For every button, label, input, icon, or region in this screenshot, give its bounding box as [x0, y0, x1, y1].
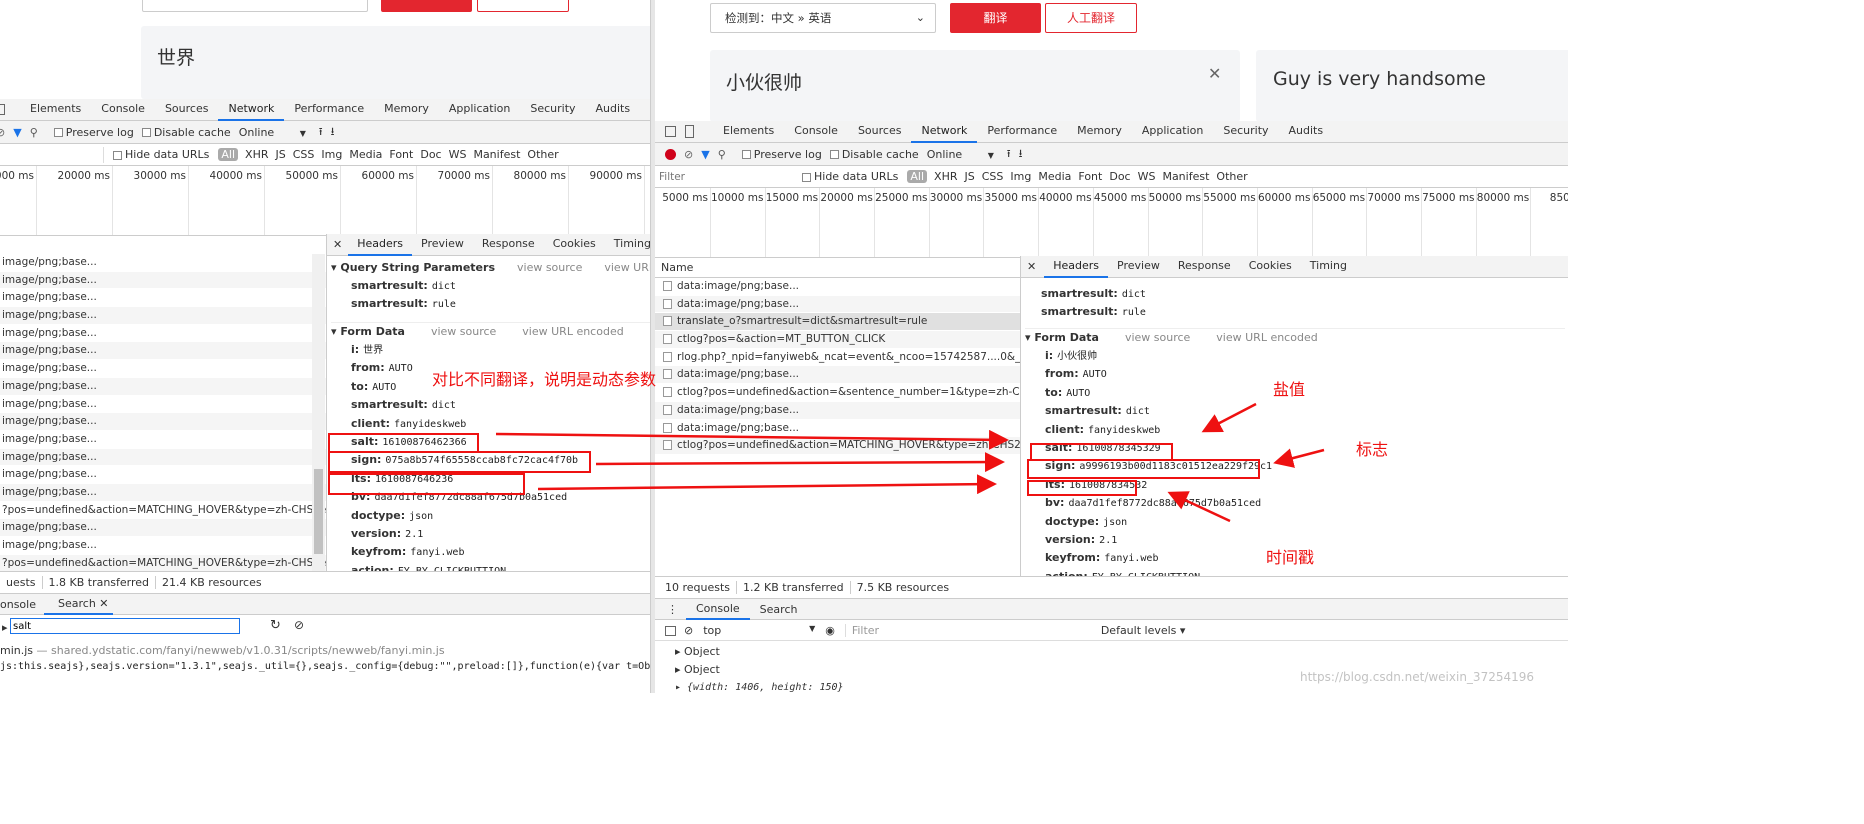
salt-compare-arrow: [495, 429, 1009, 450]
salt-label-arrow: [1201, 402, 1257, 433]
lts-label-arrow: [1167, 491, 1231, 523]
timestamp-annotation: 时间戳: [1266, 548, 1315, 567]
sign-compare-arrow: [595, 452, 1005, 473]
compare-annotation: 对比不同翻译，说明是动态参数: [432, 370, 657, 389]
salt-annotation: 盐值: [1273, 380, 1306, 399]
lts-compare-arrow: [537, 474, 997, 495]
watermark: https://blog.csdn.net/weixin_37254196: [1300, 670, 1535, 684]
sign-annotation: 标志: [1356, 440, 1389, 459]
sign-label-arrow: [1273, 448, 1325, 468]
annotation-arrows: [495, 402, 1325, 523]
